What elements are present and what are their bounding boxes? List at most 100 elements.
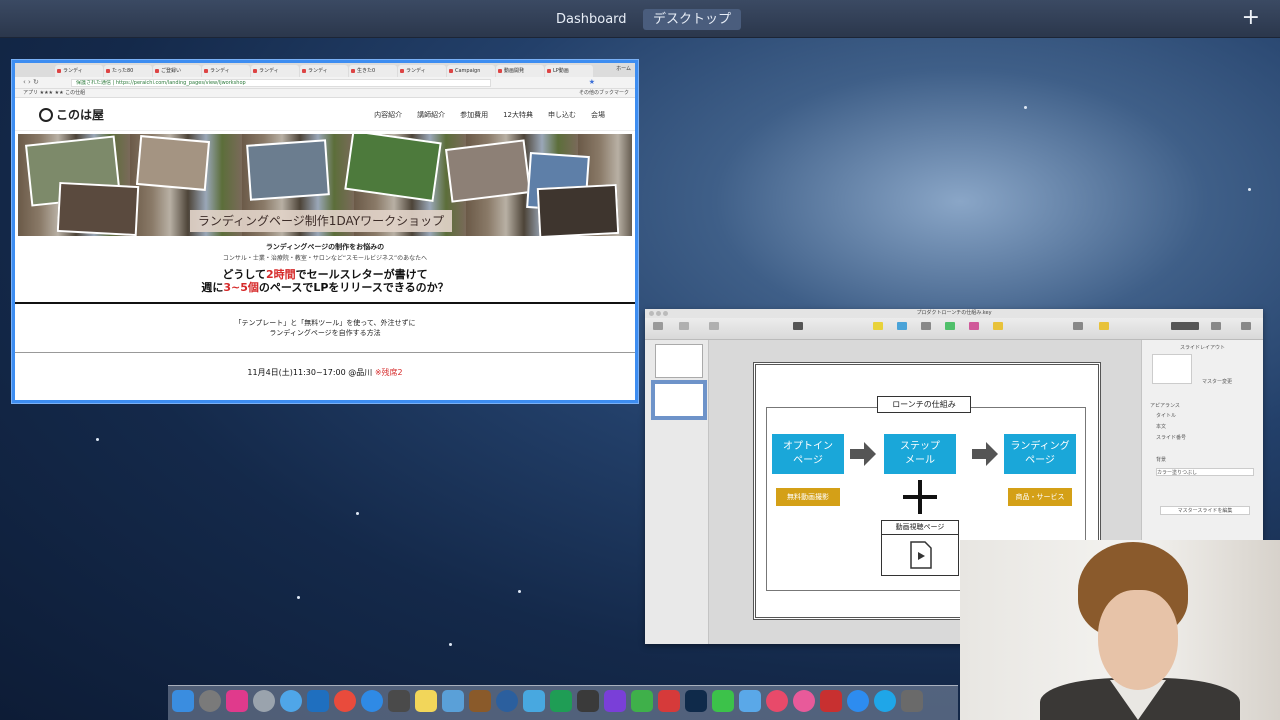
animate-icon[interactable]: [1211, 322, 1221, 330]
headline-emphasis: 3~5個: [223, 281, 259, 294]
headline-text: のペースでLPをリリースできるのか？: [258, 281, 449, 294]
nav-link[interactable]: 内容紹介: [374, 110, 402, 120]
edit-master-button[interactable]: マスタースライドを編集: [1160, 506, 1250, 515]
nav-link[interactable]: 12大特典: [503, 110, 533, 120]
browser-tab[interactable]: ランディ: [202, 65, 250, 77]
option-slide-number[interactable]: スライド番号: [1156, 434, 1186, 441]
final-cut-icon[interactable]: [577, 690, 599, 712]
share-icon[interactable]: [1073, 322, 1083, 330]
evernote-icon[interactable]: [631, 690, 653, 712]
browser-tab[interactable]: Campaign: [447, 65, 495, 77]
stacks-icon[interactable]: [901, 690, 923, 712]
browser-tab[interactable]: ランディ: [55, 65, 103, 77]
add-space-icon[interactable]: +: [1242, 5, 1260, 31]
automator-icon[interactable]: [442, 690, 464, 712]
cleaner-icon[interactable]: [469, 690, 491, 712]
space-dashboard[interactable]: Dashboard: [546, 9, 637, 30]
bookmark-star-icon[interactable]: ★: [589, 78, 595, 86]
zoom-icon[interactable]: [679, 322, 689, 330]
option-body[interactable]: 本文: [1156, 423, 1166, 430]
browser-profile[interactable]: ホーム: [616, 65, 631, 72]
browser-tab[interactable]: ご登録い: [153, 65, 201, 77]
keynote-titlebar: プロダクトローンチの仕組み.key: [645, 309, 1263, 318]
star-decoration: [1024, 106, 1027, 109]
system-preferences-icon[interactable]: [199, 690, 221, 712]
star-decoration: [1248, 188, 1251, 191]
zoom-icon[interactable]: [847, 690, 869, 712]
slide-thumbnail-selected[interactable]: [651, 380, 707, 420]
address-bar[interactable]: 保護された通信 | https://peraichi.com/landing_p…: [71, 79, 491, 87]
star-decoration: [297, 596, 300, 599]
browser-tab[interactable]: ランディ: [398, 65, 446, 77]
bookmarks-left[interactable]: アプリ ★★★ ★★ この仕組: [23, 90, 85, 96]
finder-search-icon[interactable]: [496, 690, 518, 712]
layout-preview[interactable]: [1152, 354, 1192, 384]
shape-icon[interactable]: [945, 322, 955, 330]
site-logo[interactable]: このは屋: [39, 106, 104, 123]
safari-icon[interactable]: [361, 690, 383, 712]
music-icon[interactable]: [793, 690, 815, 712]
master-change-button[interactable]: マスター変更: [1202, 378, 1232, 385]
browser-tab[interactable]: 生きた0: [349, 65, 397, 77]
nav-link[interactable]: 会場: [591, 110, 605, 120]
launchpad-icon[interactable]: [253, 690, 275, 712]
bird-icon[interactable]: [523, 690, 545, 712]
headline: どうして2時間でセールスレターが書けて 週に3~5個のペースでLPをリリースでき…: [15, 268, 635, 294]
format-icon[interactable]: [1171, 322, 1199, 330]
skype-icon[interactable]: [874, 690, 896, 712]
nav-link[interactable]: 参加費用: [460, 110, 488, 120]
table-icon[interactable]: [873, 322, 883, 330]
nav-link[interactable]: 講師紹介: [417, 110, 445, 120]
photoshop-icon[interactable]: [685, 690, 707, 712]
browser-tab[interactable]: たった80: [104, 65, 152, 77]
browser-tab[interactable]: ランディ: [300, 65, 348, 77]
media-icon[interactable]: [969, 322, 979, 330]
document-icon[interactable]: [1241, 322, 1251, 330]
browser-tab[interactable]: 動画開発: [496, 65, 544, 77]
play-icon[interactable]: [793, 322, 803, 330]
browser-window[interactable]: ランディ たった80 ご登録い ランディ ランディ ランディ 生きた0 ランディ…: [12, 60, 638, 403]
event-date-text: 11月4日(土)11:30~17:00 @品川: [247, 368, 373, 377]
view-icon[interactable]: [653, 322, 663, 330]
headline-emphasis: 2時間: [266, 268, 296, 281]
line-icon[interactable]: [712, 690, 734, 712]
nav-arrows-icon[interactable]: ‹ › ↻: [23, 78, 39, 86]
bookmarks-other[interactable]: その他のブックマーク: [579, 89, 629, 98]
pen-icon[interactable]: [739, 690, 761, 712]
notes-icon[interactable]: [415, 690, 437, 712]
comment-icon[interactable]: [993, 322, 1003, 330]
step-mail-box: ステップ メール: [884, 434, 956, 474]
add-slide-icon[interactable]: [709, 322, 719, 330]
browser-tab[interactable]: LP動画: [545, 65, 593, 77]
filezilla-icon[interactable]: [820, 690, 842, 712]
xmind-icon[interactable]: [658, 690, 680, 712]
text-icon[interactable]: [921, 322, 931, 330]
optin-page-box: オプトイン ページ: [772, 434, 844, 474]
inspector-title: スライドレイアウト: [1180, 345, 1226, 351]
background-select[interactable]: カラー塗りつぶし: [1156, 468, 1254, 476]
affinity-icon[interactable]: [226, 690, 248, 712]
calculator-icon[interactable]: [388, 690, 410, 712]
bookmarks-bar: アプリ ★★★ ★★ この仕組 その他のブックマーク: [15, 89, 635, 98]
finder-icon[interactable]: [172, 690, 194, 712]
subheading-line: 「テンプレート」と「無料ツール」を使って、外注せずに: [234, 319, 416, 327]
chrome-icon[interactable]: [334, 690, 356, 712]
headline-text: 週に: [201, 281, 224, 294]
trello-icon[interactable]: [307, 690, 329, 712]
sheets-icon[interactable]: [550, 690, 572, 712]
mission-control-bar: Dashboard デスクトップ +: [0, 0, 1280, 38]
space-desktop[interactable]: デスクトップ: [643, 9, 742, 30]
slide-thumbnail[interactable]: [655, 344, 703, 378]
imovie-icon[interactable]: [604, 690, 626, 712]
browser-tab[interactable]: ランディ: [251, 65, 299, 77]
tips-icon[interactable]: [1099, 322, 1109, 330]
plus-icon: [903, 480, 937, 514]
cyberduck-icon[interactable]: [280, 690, 302, 712]
chart-icon[interactable]: [897, 322, 907, 330]
option-title[interactable]: タイトル: [1156, 412, 1176, 419]
nav-link[interactable]: 申し込む: [548, 110, 576, 120]
app-store-icon[interactable]: [766, 690, 788, 712]
window-controls[interactable]: [649, 311, 668, 316]
arrow-right-icon: [850, 442, 876, 466]
headline-text: どうして: [222, 268, 266, 281]
